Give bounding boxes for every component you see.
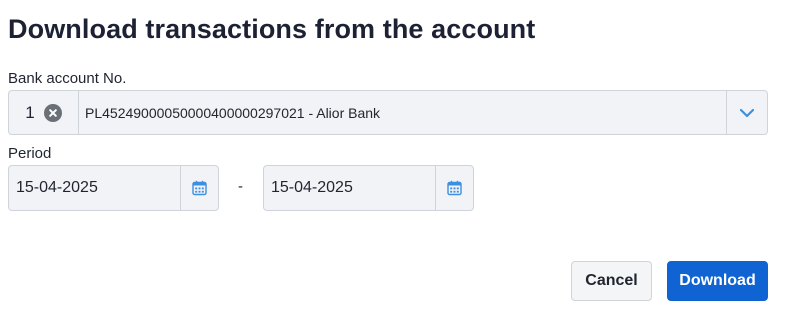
period-to-calendar-button[interactable] [435, 166, 473, 210]
calendar-icon [447, 180, 462, 196]
period-to-input[interactable] [264, 166, 435, 210]
period-from-input[interactable] [9, 166, 180, 210]
period-to-field[interactable] [263, 165, 474, 211]
calendar-icon [192, 180, 207, 196]
download-transactions-dialog: Download transactions from the account B… [0, 0, 787, 321]
selected-count-box: 1 [9, 91, 79, 134]
clear-icon[interactable] [43, 103, 62, 122]
chevron-down-icon [739, 108, 755, 117]
period-label: Period [8, 145, 52, 162]
cancel-button[interactable]: Cancel [571, 261, 652, 301]
period-separator: - [238, 178, 243, 195]
selected-count: 1 [25, 102, 35, 122]
bank-account-select[interactable]: 1 PL45249000050000400000297021 - Alior B… [8, 90, 768, 135]
dropdown-toggle-button[interactable] [726, 91, 767, 134]
download-button[interactable]: Download [667, 261, 768, 301]
period-from-calendar-button[interactable] [180, 166, 218, 210]
selected-account-value[interactable]: PL45249000050000400000297021 - Alior Ban… [79, 105, 726, 121]
bank-account-label: Bank account No. [8, 70, 127, 87]
period-from-field[interactable] [8, 165, 219, 211]
dialog-title: Download transactions from the account [8, 14, 536, 44]
